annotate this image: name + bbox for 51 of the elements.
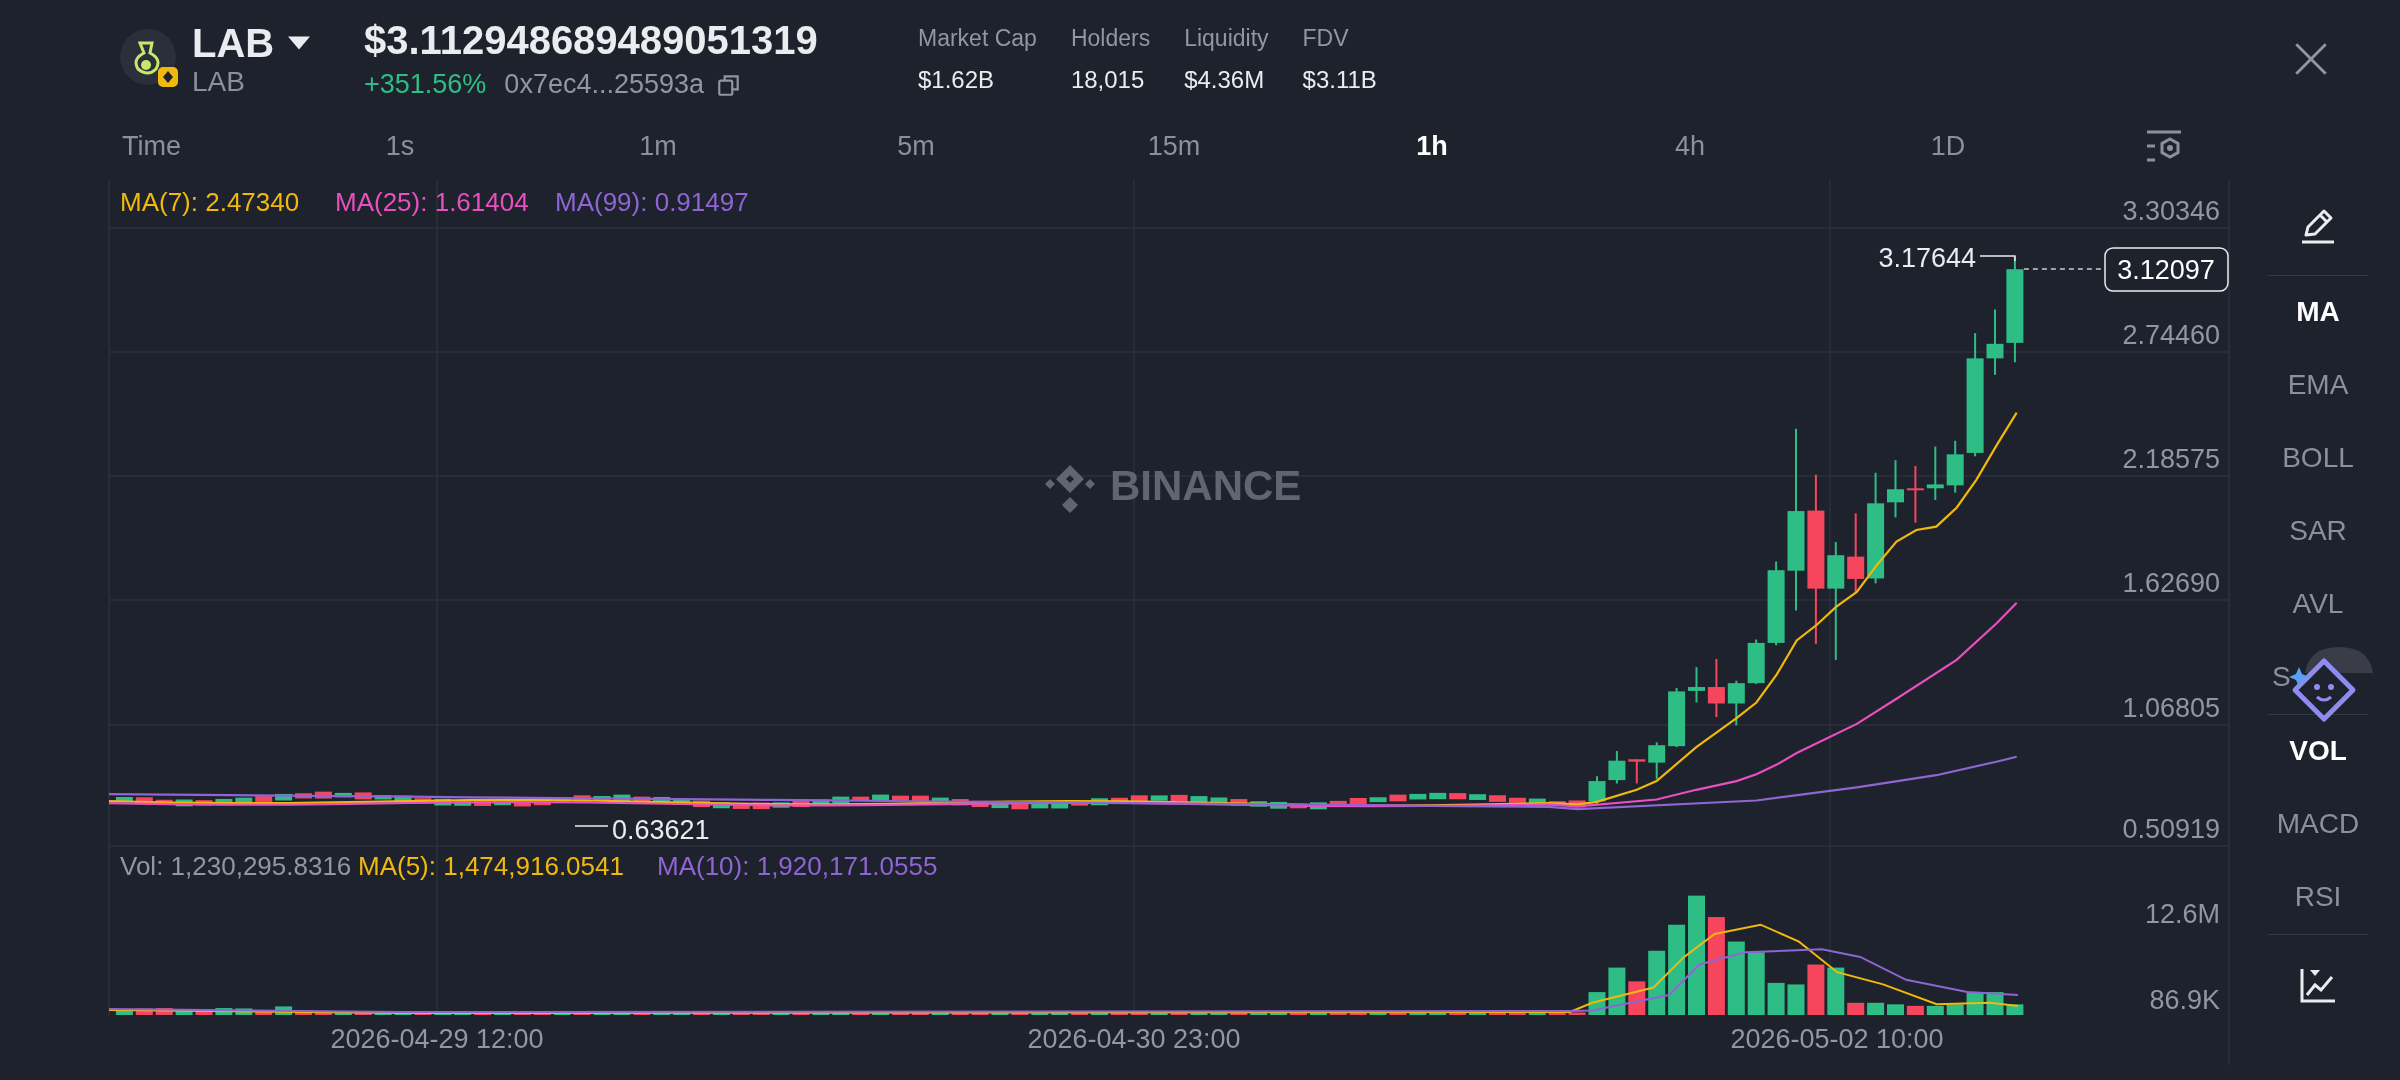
volume-legend-label: MA(10): 1,920,171.0555	[657, 851, 938, 881]
indicator-tab[interactable]: S	[2240, 661, 2291, 693]
indicator-tab[interactable]: RSI	[2294, 881, 2342, 913]
ma-legend-label: MA(7): 2.47340	[120, 187, 300, 217]
price-tick: 3.30346	[2122, 196, 2220, 226]
stat-value: $3.11B	[1302, 65, 1377, 94]
indicator-tab[interactable]: VOL	[2289, 735, 2347, 767]
price-tick: 0.50919	[2122, 814, 2220, 844]
interval-tab[interactable]: 1D	[1819, 131, 2077, 162]
interval-tab[interactable]: Time	[100, 131, 271, 162]
volume-tick: 86.9K	[2149, 985, 2220, 1015]
indicator-tab[interactable]: EMA	[2287, 369, 2349, 401]
stat-value: 18,015	[1070, 65, 1146, 94]
token-price: $3.112948689489051319	[364, 18, 819, 63]
low-price-label: 0.63621	[612, 815, 710, 845]
interval-tab[interactable]: 5m	[787, 131, 1045, 162]
high-price-label: 3.17644	[1878, 243, 1976, 273]
interval-tab[interactable]: 15m	[1045, 131, 1303, 162]
token-name: LAB	[192, 65, 246, 98]
indicator-tab[interactable]: BOLL	[2282, 442, 2354, 474]
price-tick: 1.62690	[2122, 568, 2220, 598]
price-change: +351.56%	[364, 69, 487, 100]
time-label: 2026-05-02 10:00	[1730, 1024, 1944, 1054]
indicator-tab[interactable]: SAR	[2289, 515, 2347, 547]
chart-watermark: BINANCE	[1110, 462, 1302, 509]
volume-legend-label: MA(5): 1,474,916.0541	[358, 851, 624, 881]
last-price-tag: 3.12097	[2104, 247, 2229, 292]
price-tick: 1.06805	[2122, 693, 2220, 723]
stat-value: $1.62B	[918, 65, 996, 94]
ma-legend-label: MA(25): 1.61404	[335, 187, 529, 217]
interval-tab[interactable]: 1s	[271, 131, 529, 162]
stat-label: FDV	[1302, 24, 1350, 52]
time-label: 2026-04-30 23:00	[1027, 1024, 1241, 1054]
indicator-tab[interactable]: MACD	[2276, 808, 2360, 840]
stat-value: $4.36M	[1184, 65, 1266, 94]
indicator-tab[interactable]: MA	[2296, 296, 2340, 328]
interval-tab[interactable]: 4h	[1561, 131, 1819, 162]
token-symbol[interactable]: LAB	[192, 20, 275, 66]
price-tick: 2.18575	[2122, 444, 2220, 474]
indicator-tab[interactable]: AVL	[2292, 588, 2344, 620]
stat-label: Liquidity	[1184, 24, 1269, 52]
volume-legend-label: Vol: 1,230,295.8316	[120, 851, 352, 881]
contract-address: 0x7ec4...25593a	[504, 69, 705, 100]
interval-tab[interactable]: 1h	[1303, 131, 1561, 162]
price-tick: 2.74460	[2122, 320, 2220, 350]
ma-legend-label: MA(99): 0.91497	[555, 187, 749, 217]
time-label: 2026-04-29 12:00	[330, 1024, 544, 1054]
stat-label: Holders	[1070, 24, 1151, 52]
volume-tick: 12.6M	[2144, 899, 2220, 929]
stat-label: Market Cap	[918, 24, 1037, 52]
interval-tab[interactable]: 1m	[529, 131, 787, 162]
